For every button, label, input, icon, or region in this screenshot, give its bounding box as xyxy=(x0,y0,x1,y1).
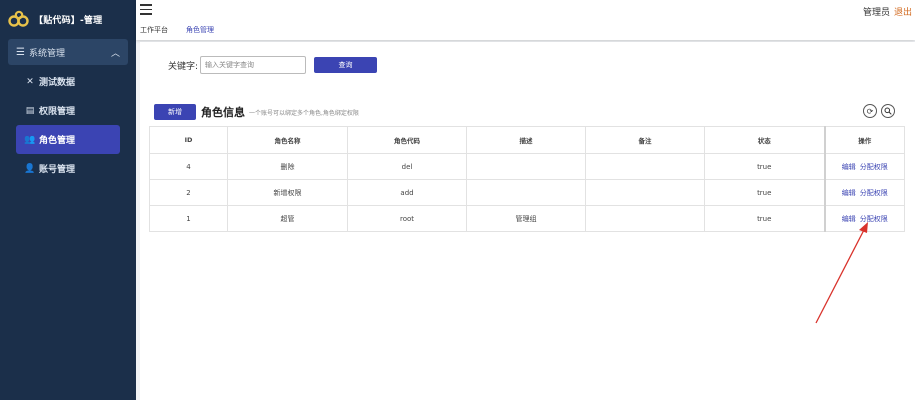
users-icon: 👥 xyxy=(24,134,36,145)
cell-status: true xyxy=(704,205,825,232)
username: 管理员 xyxy=(862,8,890,18)
cell-desc xyxy=(466,179,586,206)
cell-note xyxy=(585,179,705,206)
cell-id: 2 xyxy=(149,179,228,206)
user-icon: 👤 xyxy=(24,163,36,174)
sidebar-item-roles[interactable]: 👥 角色管理 xyxy=(16,125,120,154)
id-card-icon: ▤ xyxy=(25,105,35,116)
cell-desc: 管理组 xyxy=(466,205,586,232)
sidebar-group-system[interactable]: ☰ 系统管理 ︿ xyxy=(8,39,128,65)
roles-table: ID 角色名称 角色代码 描述 备注 状态 操作 4 删除 del true 编… xyxy=(149,126,905,232)
col-header-status[interactable]: 状态 xyxy=(704,126,825,154)
tab-role-management[interactable]: 角色管理 xyxy=(186,25,214,35)
sidebar: 【贴代码】-管理 ☰ 系统管理 ︿ ✕ 测试数据 ▤ 权限管理 👥 角色管理 👤… xyxy=(0,0,136,400)
col-header-name[interactable]: 角色名称 xyxy=(227,126,348,154)
col-header-desc[interactable]: 描述 xyxy=(466,126,586,154)
col-header-note[interactable]: 备注 xyxy=(585,126,705,154)
query-button[interactable]: 查询 xyxy=(314,57,378,73)
cell-ops: 编辑 分配权限 xyxy=(823,205,905,232)
sidebar-item-label: 角色管理 xyxy=(39,136,76,146)
cell-ops: 编辑 分配权限 xyxy=(823,179,905,206)
brand-title: 【贴代码】-管理 xyxy=(34,15,103,26)
col-header-op: 操作 xyxy=(823,126,905,154)
search-input[interactable] xyxy=(200,56,307,74)
chevron-up-icon: ︿ xyxy=(110,48,120,59)
refresh-icon[interactable]: ⟳ xyxy=(863,104,877,118)
table-row[interactable]: 4 删除 del true 编辑 分配权限 xyxy=(149,153,905,180)
col-header-id[interactable]: ID xyxy=(149,126,228,154)
sidebar-item-label: 测试数据 xyxy=(39,78,76,88)
cell-note xyxy=(585,153,705,180)
menu-lines-icon: ☰ xyxy=(16,46,25,58)
main-panel: 关键字: 查询 新增 角色信息 一个账号可以绑定多个角色,角色绑定权限 ⟳ ID… xyxy=(140,42,915,400)
sidebar-item-test-data[interactable]: ✕ 测试数据 xyxy=(16,67,120,96)
sidebar-item-accounts[interactable]: 👤 账号管理 xyxy=(16,154,120,183)
cell-ops: 编辑 分配权限 xyxy=(823,153,905,180)
edit-link[interactable]: 编辑 xyxy=(842,189,856,197)
user-area: 管理员 退出 xyxy=(863,5,912,18)
table-tools: ⟳ xyxy=(863,104,895,118)
assign-permission-link[interactable]: 分配权限 xyxy=(860,163,888,171)
section-header: 新增 角色信息 一个账号可以绑定多个角色,角色绑定权限 xyxy=(154,104,359,120)
assign-permission-link[interactable]: 分配权限 xyxy=(860,215,888,223)
edit-link[interactable]: 编辑 xyxy=(842,215,856,223)
cell-code: root xyxy=(347,205,467,232)
cell-name: 新增权限 xyxy=(227,179,348,206)
tab-workbench[interactable]: 工作平台 xyxy=(140,25,168,35)
logout-link[interactable]: 退出 xyxy=(894,8,912,18)
table-row[interactable]: 2 新增权限 add true 编辑 分配权限 xyxy=(149,179,905,206)
assign-permission-link[interactable]: 分配权限 xyxy=(860,189,888,197)
search-bar: 关键字: 查询 xyxy=(168,56,378,74)
cell-name: 删除 xyxy=(227,153,348,180)
cell-note xyxy=(585,205,705,232)
table-header-row: ID 角色名称 角色代码 描述 备注 状态 操作 xyxy=(149,126,905,154)
brand: 【贴代码】-管理 xyxy=(0,0,136,38)
logo-icon xyxy=(8,10,29,27)
cell-id: 1 xyxy=(149,205,228,232)
cell-code: del xyxy=(347,153,467,180)
top-header: 工作平台 角色管理 管理员 退出 xyxy=(136,0,915,40)
close-icon: ✕ xyxy=(26,76,34,87)
section-title: 角色信息 xyxy=(201,106,245,119)
sidebar-item-permissions[interactable]: ▤ 权限管理 xyxy=(16,96,120,125)
tab-bar: 工作平台 角色管理 xyxy=(140,25,232,35)
sidebar-group-label: 系统管理 xyxy=(28,48,65,59)
edit-link[interactable]: 编辑 xyxy=(842,163,856,171)
sidebar-item-label: 账号管理 xyxy=(39,165,76,175)
add-button[interactable]: 新增 xyxy=(154,104,196,120)
search-label: 关键字: xyxy=(168,61,199,72)
sidebar-item-label: 权限管理 xyxy=(39,107,76,117)
cell-code: add xyxy=(347,179,467,206)
cell-status: true xyxy=(704,179,825,206)
cell-id: 4 xyxy=(149,153,228,180)
hamburger-icon[interactable] xyxy=(140,4,152,15)
search-icon[interactable] xyxy=(881,104,895,118)
table-row[interactable]: 1 超管 root 管理组 true 编辑 分配权限 xyxy=(149,205,905,232)
cell-status: true xyxy=(704,153,825,180)
section-subtitle: 一个账号可以绑定多个角色,角色绑定权限 xyxy=(249,109,359,117)
col-header-code[interactable]: 角色代码 xyxy=(347,126,467,154)
cell-desc xyxy=(466,153,586,180)
cell-name: 超管 xyxy=(227,205,348,232)
